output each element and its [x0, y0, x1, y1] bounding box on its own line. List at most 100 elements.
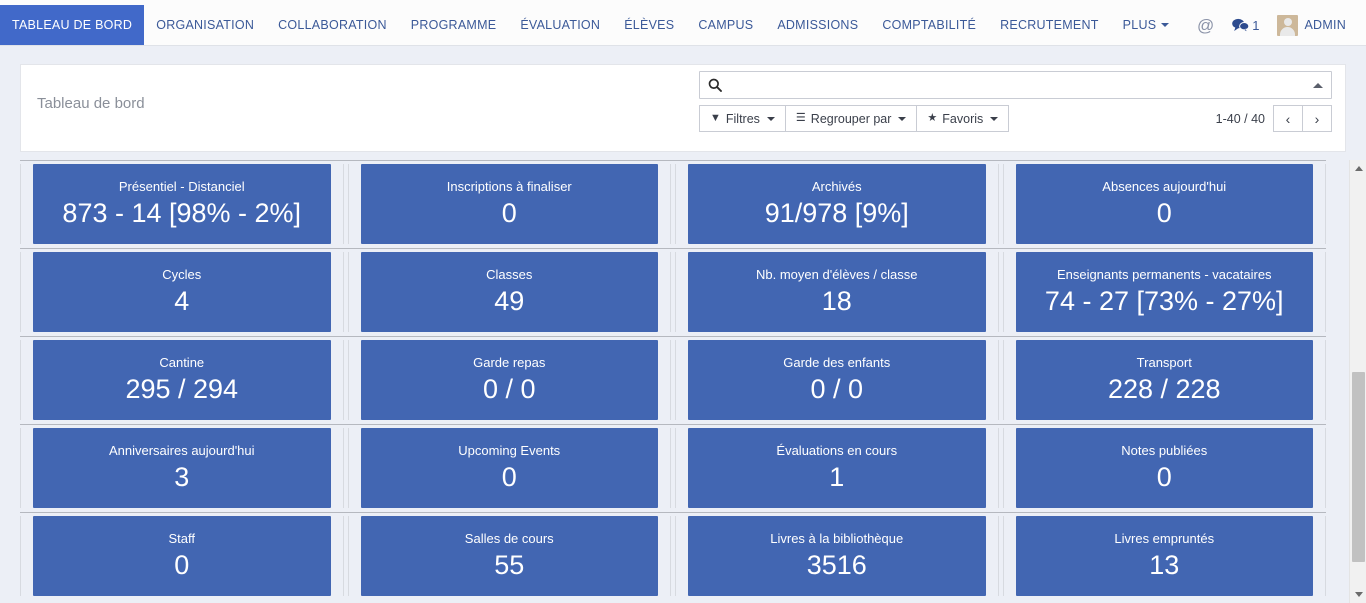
kpi-tile-value: 0 / 0: [810, 373, 864, 404]
nav-item-label: PROGRAMME: [410, 18, 497, 32]
kpi-tile-value: 55: [494, 549, 525, 580]
chevron-down-icon: [990, 116, 999, 121]
kpi-tile-value: 0: [1156, 197, 1172, 228]
nav-item-label: ORGANISATION: [156, 18, 255, 32]
search-input[interactable]: [728, 73, 1313, 97]
chevron-up-icon[interactable]: [1313, 82, 1323, 88]
kpi-tile-value: 295 / 294: [125, 373, 239, 404]
nav-item-label: COLLABORATION: [278, 18, 387, 32]
at-icon[interactable]: @: [1197, 17, 1214, 34]
main-menu: TABLEAU DE BORD ORGANISATION COLLABORATION…: [0, 5, 1181, 45]
kpi-tile[interactable]: Livres empruntés 13: [1015, 516, 1313, 596]
kpi-tile[interactable]: Staff 0: [33, 516, 331, 596]
kpi-tile-label: Salles de cours: [464, 530, 554, 546]
filter-icon: ▼: [710, 112, 721, 124]
tile-cell: Notes publiées 0: [1002, 428, 1326, 508]
kpi-tile-value: 91/978 [9%]: [764, 197, 909, 228]
kpi-tile-label: Garde des enfants: [783, 354, 891, 370]
kpi-tile-label: Livres empruntés: [1114, 530, 1215, 546]
kpi-tile-label: Notes publiées: [1121, 442, 1208, 458]
kpi-tile-value: 873 - 14 [98% - 2%]: [62, 197, 302, 228]
kpi-tile-value: 0 / 0: [482, 373, 536, 404]
star-button[interactable]: ★ Favoris: [916, 105, 1010, 132]
pager-count: 1-40 / 40: [1215, 111, 1265, 126]
search-box[interactable]: [699, 71, 1332, 99]
tile-cell: Garde des enfants 0 / 0: [675, 340, 999, 420]
group-by-button[interactable]: ☰ Regrouper par: [784, 105, 918, 132]
tile-cell: Évaluations en cours 1: [675, 428, 999, 508]
top-navbar: TABLEAU DE BORD ORGANISATION COLLABORATION…: [0, 0, 1366, 46]
tile-cell: Upcoming Events 0: [347, 428, 671, 508]
scroll-down-arrow-icon[interactable]: [1350, 586, 1366, 603]
button-label: Favoris: [942, 111, 984, 126]
kpi-tile[interactable]: Classes 49: [360, 252, 658, 332]
scroll-up-arrow-icon[interactable]: [1350, 160, 1366, 177]
pager-previous-button[interactable]: ‹: [1273, 105, 1303, 132]
scroll-thumb[interactable]: [1352, 372, 1365, 562]
kpi-tile-value: 0: [501, 197, 517, 228]
nav-item-label: COMPTABILITÉ: [882, 18, 977, 32]
messages-button[interactable]: 1: [1232, 18, 1259, 33]
kpi-tile[interactable]: Absences aujourd'hui 0: [1015, 164, 1313, 244]
kpi-tile[interactable]: Notes publiées 0: [1015, 428, 1313, 508]
kpi-tile[interactable]: Salles de cours 55: [360, 516, 658, 596]
kpi-tile-label: Nb. moyen d'élèves / classe: [756, 266, 918, 282]
kpi-tile-label: Transport: [1136, 354, 1192, 370]
nav-item-7[interactable]: ADMISSIONS: [765, 5, 870, 45]
nav-item-6[interactable]: CAMPUS: [686, 5, 765, 45]
filter-button[interactable]: ▼ Filtres: [699, 105, 786, 132]
kpi-tile[interactable]: Enseignants permanents - vacataires 74 - …: [1015, 252, 1313, 332]
tile-cell: Enseignants permanents - vacataires 74 - …: [1002, 252, 1326, 332]
navbar-right-tools: @ 1 ADMIN: [1197, 5, 1366, 45]
tile-cell: Nb. moyen d'élèves / classe 18: [675, 252, 999, 332]
kpi-tile-label: Absences aujourd'hui: [1102, 178, 1227, 194]
tile-cell: Classes 49: [347, 252, 671, 332]
kpi-tile[interactable]: Évaluations en cours 1: [688, 428, 986, 508]
kpi-tile-value: 228 / 228: [1107, 373, 1221, 404]
kpi-tile-label: Anniversaires aujourd'hui: [108, 442, 255, 458]
chevron-down-icon: [766, 116, 775, 121]
nav-item-2[interactable]: COLLABORATION: [266, 5, 399, 45]
nav-item-1[interactable]: ORGANISATION: [144, 5, 266, 45]
kpi-tile[interactable]: Cycles 4: [33, 252, 331, 332]
nav-item-8[interactable]: COMPTABILITÉ: [870, 5, 988, 45]
kpi-tile[interactable]: Livres à la bibliothèque 3516: [688, 516, 986, 596]
nav-item-10[interactable]: PLUS: [1111, 5, 1182, 45]
kpi-tile[interactable]: Garde des enfants 0 / 0: [688, 340, 986, 420]
tile-cell: Cantine 295 / 294: [20, 340, 344, 420]
vertical-scrollbar[interactable]: [1349, 160, 1366, 603]
kpi-tile[interactable]: Inscriptions à finaliser 0: [360, 164, 658, 244]
kpi-tile[interactable]: Garde repas 0 / 0: [360, 340, 658, 420]
kpi-tile[interactable]: Nb. moyen d'élèves / classe 18: [688, 252, 986, 332]
kpi-tile-label: Cycles: [162, 266, 202, 282]
pager-next-button[interactable]: ›: [1302, 105, 1332, 132]
nav-item-9[interactable]: RECRUTEMENT: [988, 5, 1111, 45]
kpi-tile-label: Upcoming Events: [458, 442, 561, 458]
kpi-tile[interactable]: Cantine 295 / 294: [33, 340, 331, 420]
chat-bubble-icon: [1232, 18, 1250, 33]
kpi-tile[interactable]: Upcoming Events 0: [360, 428, 658, 508]
kpi-tile[interactable]: Transport 228 / 228: [1015, 340, 1313, 420]
nav-item-3[interactable]: PROGRAMME: [399, 5, 509, 45]
dashboard-tiles-grid: Présentiel - Distanciel 873 - 14 [98% - 2…: [20, 160, 1326, 596]
nav-item-0[interactable]: TABLEAU DE BORD: [0, 5, 145, 45]
kpi-tile[interactable]: Présentiel - Distanciel 873 - 14 [98% - 2…: [33, 164, 331, 244]
kpi-tile[interactable]: Anniversaires aujourd'hui 3: [33, 428, 331, 508]
tile-row: Cycles 4 Classes 49 Nb. moyen d'élèves / cla…: [20, 248, 1326, 332]
nav-item-4[interactable]: ÉVALUATION: [508, 5, 612, 45]
messages-count: 1: [1252, 17, 1260, 33]
dashboard-tiles-area: Présentiel - Distanciel 873 - 14 [98% - 2…: [20, 160, 1346, 603]
user-menu[interactable]: ADMIN: [1277, 14, 1352, 36]
kpi-tile-value: 3: [174, 461, 190, 492]
tile-cell: Transport 228 / 228: [1002, 340, 1326, 420]
button-label: Regrouper par: [810, 111, 892, 126]
kpi-tile-label: Cantine: [159, 354, 205, 370]
tile-cell: Inscriptions à finaliser 0: [347, 164, 671, 244]
user-label: ADMIN: [1304, 18, 1346, 32]
kpi-tile-value: 1: [829, 461, 845, 492]
button-label: Filtres: [725, 111, 760, 126]
kpi-tile[interactable]: Archivés 91/978 [9%]: [688, 164, 986, 244]
nav-item-5[interactable]: ÉLÈVES: [612, 5, 686, 45]
tile-cell: Staff 0: [20, 516, 344, 596]
kpi-tile-label: Enseignants permanents - vacataires: [1056, 266, 1272, 282]
